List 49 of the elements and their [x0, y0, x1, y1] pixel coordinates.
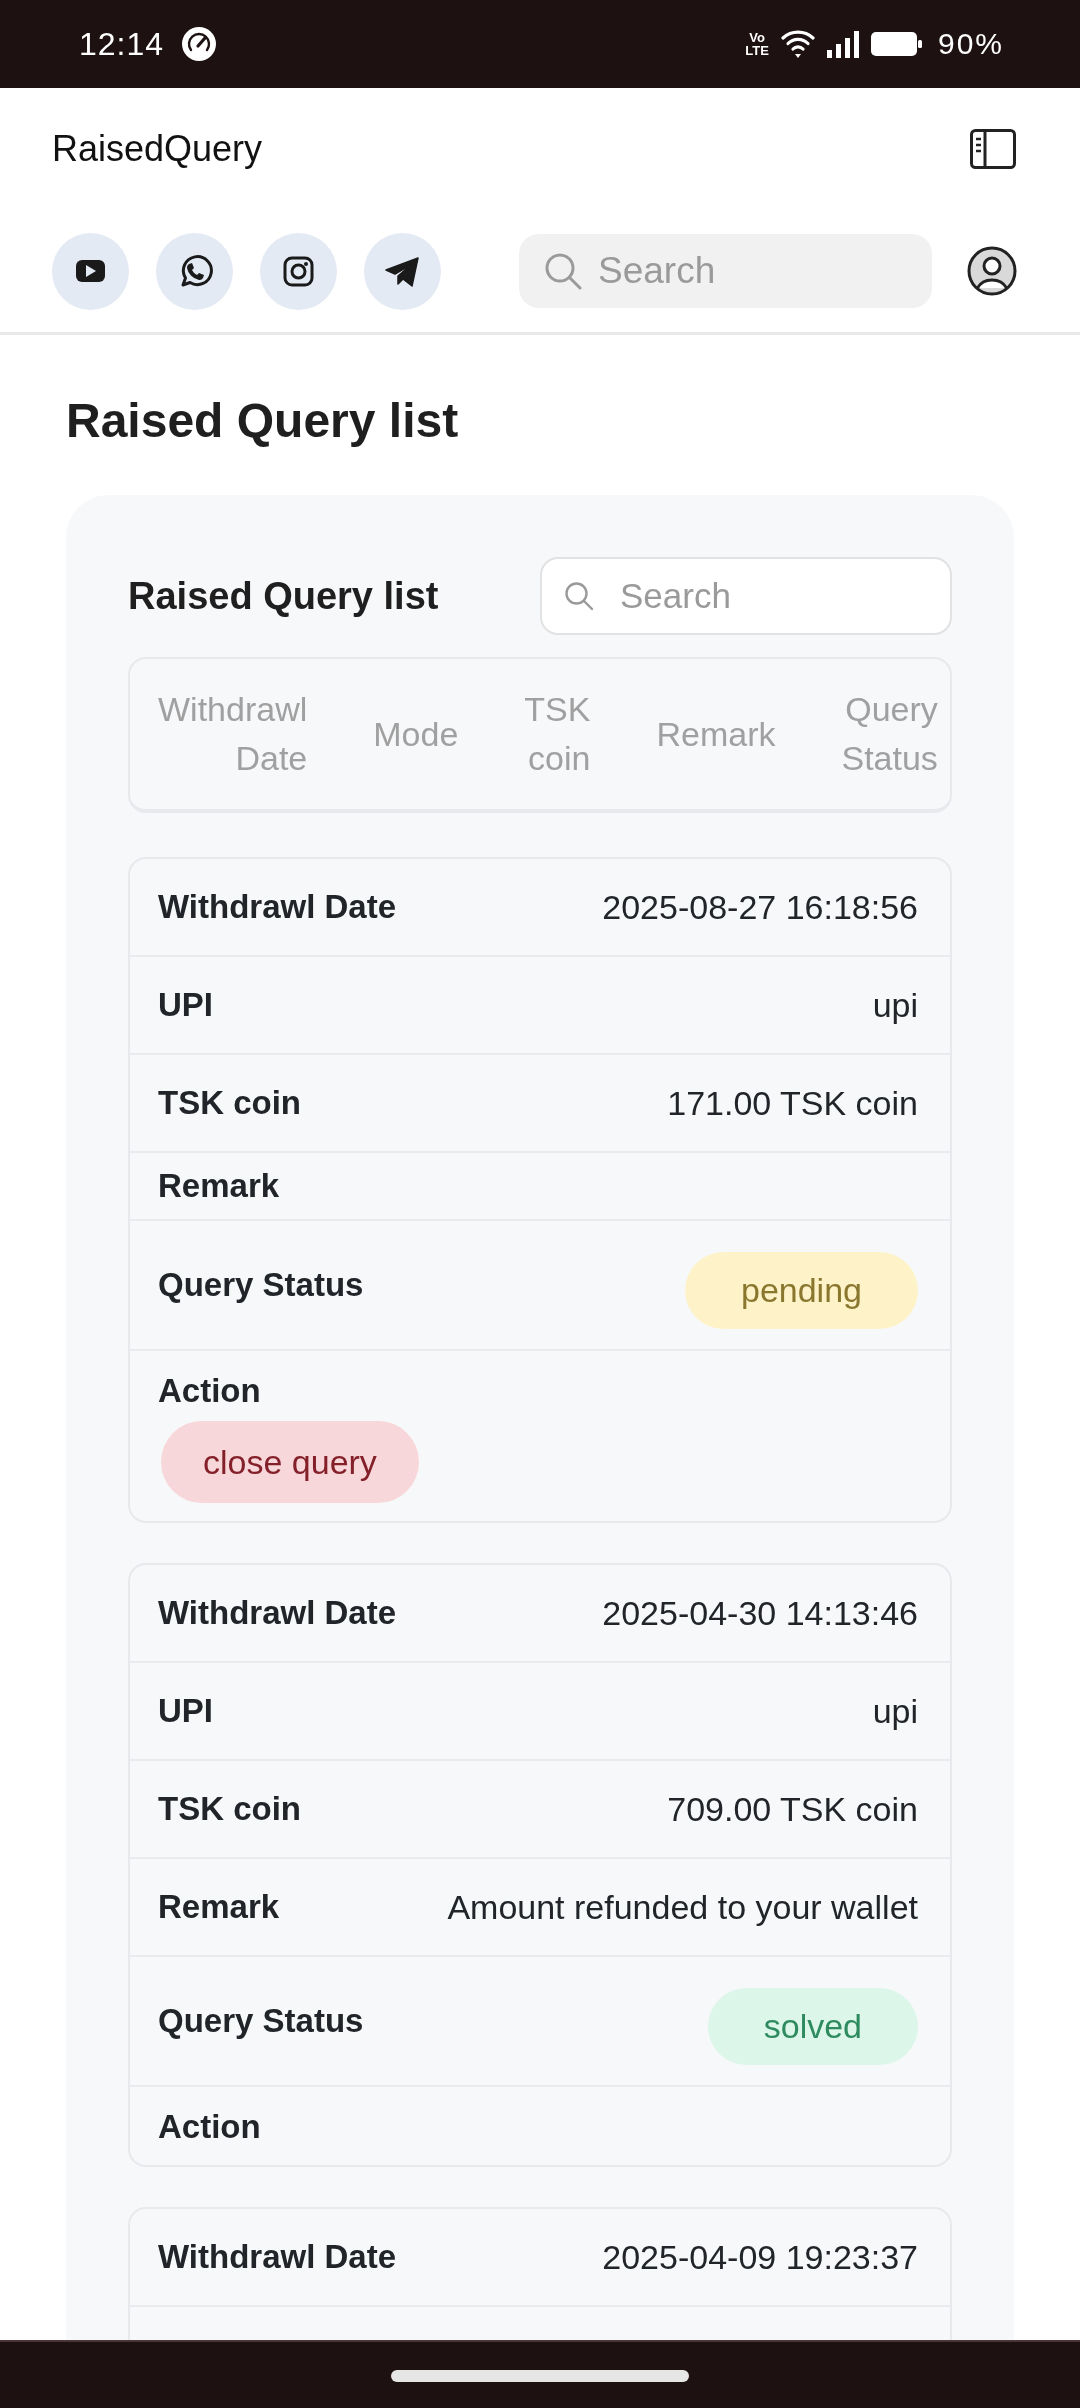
- field-label: Remark: [158, 1166, 280, 1206]
- field-label: Query Status: [158, 2001, 364, 2041]
- field-value: 2025-08-27 16:18:56: [602, 887, 918, 927]
- chat-phone-icon[interactable]: [156, 232, 233, 310]
- app-title: RaisedQuery: [52, 128, 263, 170]
- column-header: Mode: [373, 713, 459, 755]
- page-title: Raised Query list: [66, 393, 460, 449]
- search-field[interactable]: Search: [540, 557, 952, 635]
- sidebar-toggle-icon[interactable]: [970, 129, 1016, 169]
- camera-icon[interactable]: [260, 232, 337, 310]
- column-header: TSK coin: [524, 689, 591, 779]
- card-title: Raised Query list: [128, 574, 439, 618]
- field-value: 2025-04-30 14:13:46: [602, 1593, 918, 1633]
- search-field[interactable]: Search: [519, 234, 932, 308]
- field-value: 709.00 TSK coin: [667, 1789, 918, 1829]
- field-label: Withdrawl Date: [158, 887, 397, 927]
- field-label: Action: [158, 2107, 261, 2147]
- field-label: TSK coin: [158, 1789, 301, 1829]
- column-header: Query Status: [841, 689, 938, 779]
- battery-percent: 90%: [937, 27, 1004, 61]
- paper-plane-icon[interactable]: [364, 232, 441, 310]
- field-value: upi: [872, 1691, 918, 1731]
- field-value: Amount refunded to your wallet: [447, 1887, 918, 1927]
- status-time: 12:14: [79, 25, 165, 63]
- field-label: Remark: [158, 1887, 280, 1927]
- field-label: Action: [158, 1371, 261, 1411]
- field-label: UPI: [158, 985, 213, 1025]
- field-value: 171.00 TSK coin: [667, 1083, 918, 1123]
- field-label: TSK coin: [158, 1083, 301, 1123]
- wifi-icon: [780, 29, 815, 59]
- field-label: UPI: [158, 1691, 213, 1731]
- column-header: Remark: [656, 713, 776, 755]
- field-value: upi: [872, 985, 918, 1025]
- close-query-button[interactable]: close query: [161, 1421, 419, 1503]
- speedometer-icon: [182, 27, 217, 61]
- status-badge: pending: [685, 1251, 918, 1329]
- search-icon: [564, 581, 594, 611]
- status-badge: solved: [707, 1987, 918, 2065]
- field-label: Withdrawl Date: [158, 1593, 397, 1633]
- field-label: Query Status: [158, 1265, 364, 1305]
- video-play-icon[interactable]: [52, 232, 129, 310]
- column-header: Withdrawl Date: [158, 689, 308, 779]
- signal-icon: [826, 30, 859, 58]
- field-value: 2025-04-09 19:23:37: [602, 2237, 918, 2277]
- battery-icon: [870, 32, 922, 56]
- volte-indicator: Vo LTE: [745, 31, 769, 57]
- user-account-icon[interactable]: [967, 246, 1017, 296]
- field-label: Withdrawl Date: [158, 2237, 397, 2277]
- search-icon: [544, 252, 582, 290]
